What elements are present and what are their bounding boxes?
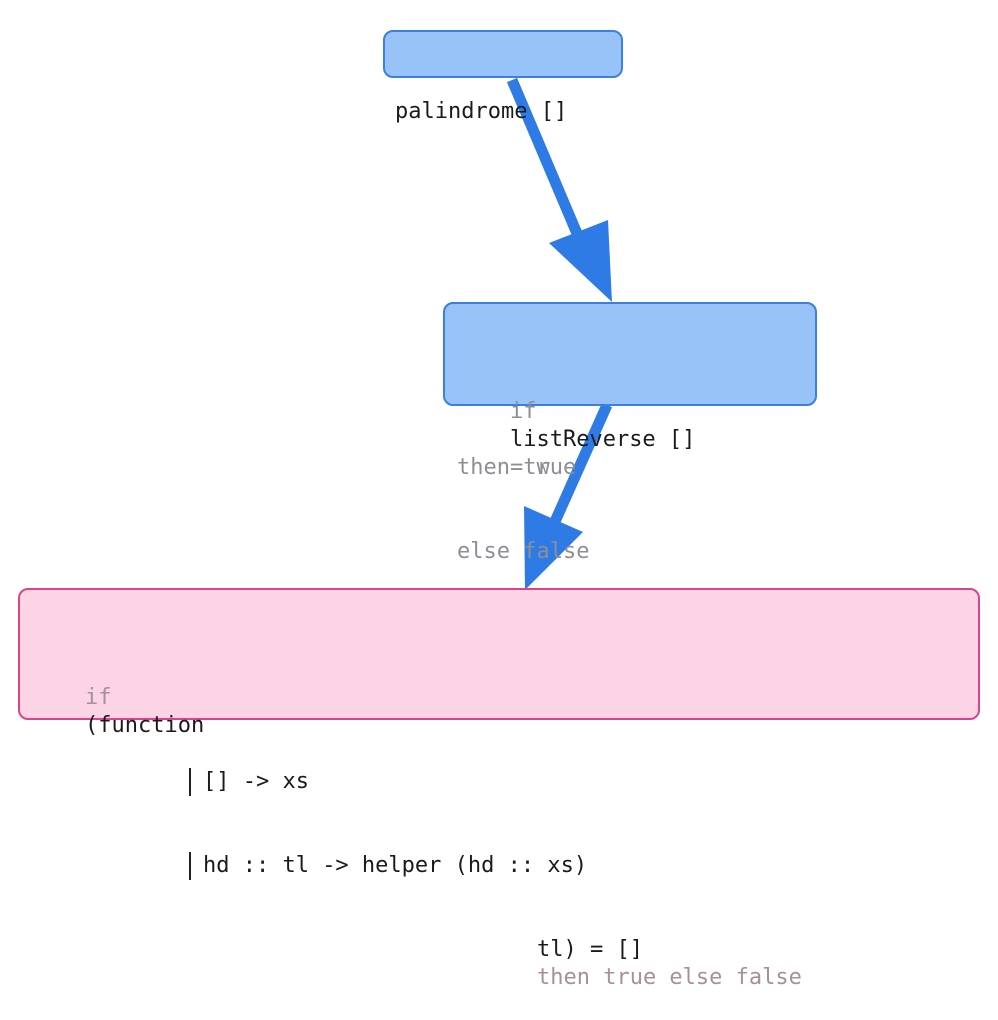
arrowhead-root-to-middle — [549, 220, 612, 302]
node-if-function: if (function [] -> xs hd :: tl -> helper… — [18, 588, 980, 990]
case-separator-bar — [188, 768, 191, 796]
if-keyword: if — [509, 399, 537, 424]
then-else-branches: then true else false — [536, 965, 802, 990]
listreverse-expression: listReverse [] — [509, 427, 696, 452]
node-palindrome-label: palindrome [] — [395, 99, 568, 124]
else-branch: else false — [457, 539, 590, 564]
case-empty-list: [] -> xs — [202, 769, 309, 794]
function-expression: (function — [84, 713, 205, 738]
case-separator-bar — [188, 852, 191, 880]
then-branch: then true — [457, 455, 577, 480]
node-palindrome: palindrome [] — [383, 30, 623, 124]
case-cons-helper: hd :: tl -> helper (hd :: xs) — [202, 853, 588, 878]
tail-argument-expression: tl) = [] — [536, 937, 643, 962]
node-if-listreverse: if listReverse [] = w then true else fal… — [443, 302, 817, 564]
if-keyword-bottom: if — [84, 685, 112, 710]
